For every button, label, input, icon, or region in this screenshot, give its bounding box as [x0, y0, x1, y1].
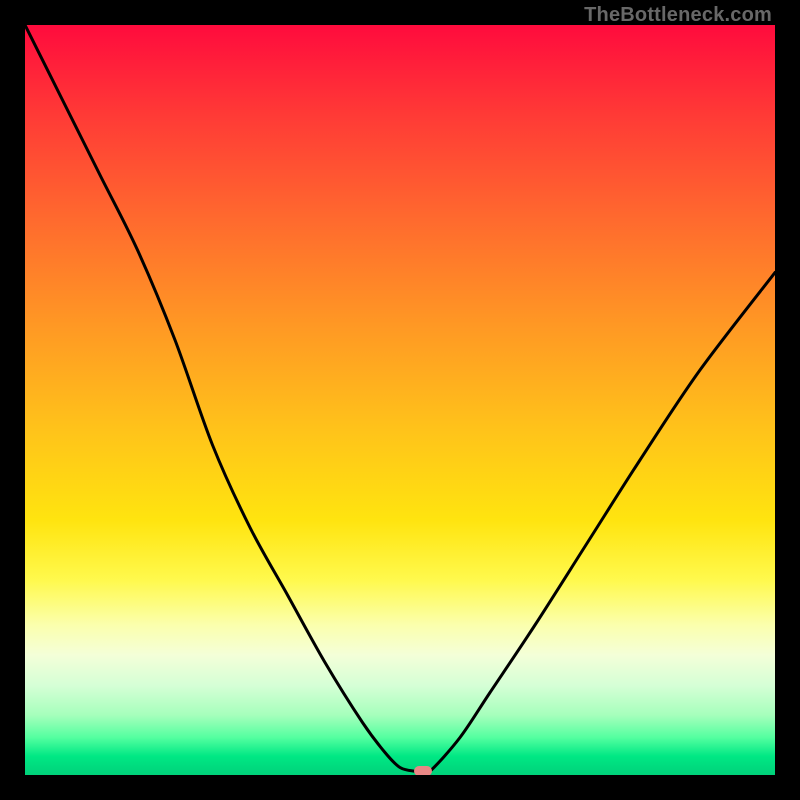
watermark-text: TheBottleneck.com: [584, 4, 772, 27]
chart-frame: TheBottleneck.com: [0, 0, 800, 800]
bottleneck-curve: [25, 25, 775, 775]
minimum-marker: [414, 766, 432, 775]
plot-area: [25, 25, 775, 775]
